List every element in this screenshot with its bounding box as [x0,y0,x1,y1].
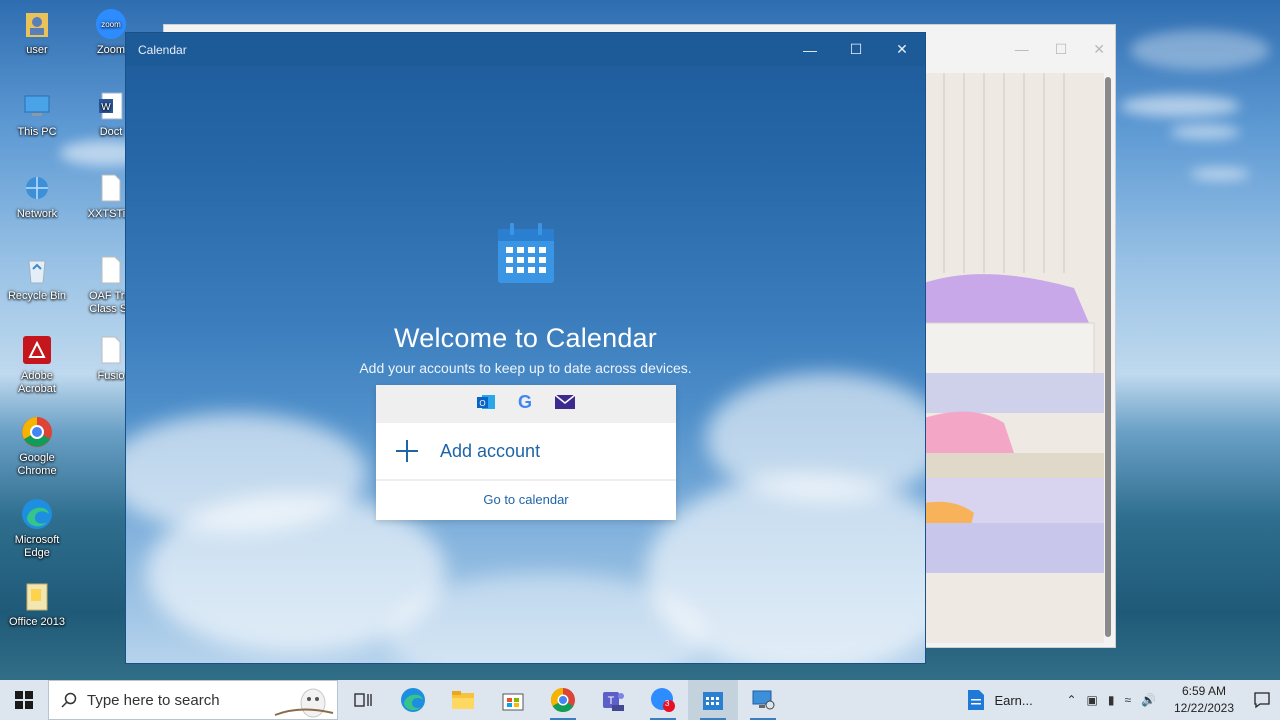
close-icon: ✕ [896,41,908,57]
word-doc-icon: W [95,90,127,122]
folder-icon [21,580,53,612]
this-pc-icon [21,90,53,122]
maximize-button[interactable]: ☐ [833,33,879,66]
chrome-icon [550,688,575,713]
mail-icon [554,393,576,416]
close-icon[interactable]: ✕ [1093,41,1105,58]
file-icon [95,172,127,204]
calendar-icon [703,692,723,710]
go-to-calendar-link[interactable]: Go to calendar [376,481,676,518]
desktop-icon-microsoft-edge[interactable]: Microsoft Edge [2,498,72,560]
webcam-icon[interactable]: ▣ [1087,693,1098,707]
search-icon [61,692,77,708]
adobe-acrobat-icon [21,334,53,366]
desktop-icon-google-chrome[interactable]: Google Chrome [2,416,72,478]
svg-text:zoom: zoom [101,20,121,29]
taskbar-file-explorer[interactable] [438,680,488,720]
window-title: Calendar [138,42,187,57]
desktop-icon-office-2013[interactable]: Office 2013 [2,580,72,629]
desktop-icon-adobe-acrobat[interactable]: Adobe Acrobat [2,334,72,396]
calendar-titlebar: Calendar — ☐ ✕ [126,33,925,66]
taskbar-store[interactable] [488,680,538,720]
desktop-icon-label: Network [16,208,58,220]
owl-icon [274,688,334,718]
edge-icon [401,688,425,712]
desktop-icon-label: Adobe Acrobat [18,370,56,395]
calendar-window[interactable]: Calendar — ☐ ✕ Welcome to Calendar Add y… [125,32,926,664]
plus-icon [396,440,418,462]
desktop-icon-label: user [26,44,48,56]
taskbar-edge[interactable] [388,680,438,720]
google-icon: G [514,391,536,418]
start-button[interactable] [0,680,48,720]
windows-icon [15,691,33,709]
recycle-bin-icon [21,254,53,286]
task-view-icon [354,693,372,707]
zoom-badge: 3 [665,699,670,708]
notification-button[interactable] [1244,691,1280,709]
edge-icon [21,498,53,530]
maximize-icon: ☐ [849,41,863,57]
taskbar-chrome[interactable] [538,680,588,720]
add-account-label: Add account [440,440,541,461]
add-account-button[interactable]: Add account [376,423,676,481]
taskbar-zoom[interactable]: 3 [638,680,688,720]
taskbar: Type here to search T 3 Earn... ⌃ ▣ ▮ ≈ … [0,680,1280,720]
taskbar-teams[interactable]: T [588,680,638,720]
taskbar-earnings-app[interactable]: Earn... [966,689,1056,711]
account-card: O G Add account Go to calendar [376,385,676,520]
volume-icon[interactable]: 🔊 [1141,693,1156,707]
taskbar-calendar[interactable] [688,680,738,720]
system-tray: ⌃ ▣ ▮ ≈ 🔊 [1066,693,1156,707]
user-folder-icon [21,8,53,40]
network-icon [21,172,53,204]
zoom-icon [651,688,675,712]
battery-icon[interactable]: ▮ [1108,693,1115,707]
document-icon [968,690,985,710]
minimize-icon[interactable]: — [1015,41,1029,57]
calendar-icon [498,223,554,283]
outlook-icon: O [476,392,496,417]
provider-row: O G [376,385,676,423]
maximize-icon[interactable]: ☐ [1055,41,1068,58]
clock[interactable]: 6:59 AM 12/22/2023 [1164,683,1244,717]
taskbar-network-app[interactable] [738,680,788,720]
svg-text:G: G [518,392,532,412]
chrome-icon [21,416,53,448]
welcome-subtitle: Add your accounts to keep up to date acr… [359,360,692,376]
desktop-icon-label: Google Chrome [17,452,57,477]
desktop-icon-label: Microsoft Edge [14,534,60,559]
close-button[interactable]: ✕ [879,33,925,66]
scrollbar[interactable] [1105,77,1111,637]
desktop-icon-recycle-bin[interactable]: Recycle Bin [2,254,72,303]
search-box[interactable]: Type here to search [48,680,338,720]
file-icon [95,334,127,366]
file-icon [95,254,127,286]
clock-date: 12/22/2023 [1173,701,1235,715]
task-view-button[interactable] [338,680,388,720]
welcome-title: Welcome to Calendar [394,323,657,353]
zoom-icon: zoom [95,8,127,40]
teams-icon: T [603,692,624,711]
chevron-up-icon[interactable]: ⌃ [1066,693,1076,707]
svg-text:O: O [479,399,485,408]
desktop-icon-label: Recycle Bin [7,290,67,302]
desktop-icon-user[interactable]: user [2,8,72,57]
network-app-icon [752,690,775,710]
minimize-icon: — [803,41,817,58]
desktop-icon-this-pc[interactable]: This PC [2,90,72,139]
desktop-icon-label: Office 2013 [8,616,66,628]
notification-icon [1254,692,1270,709]
store-icon [502,693,524,711]
minimize-button[interactable]: — [787,33,833,66]
wifi-icon[interactable]: ≈ [1124,693,1131,707]
svg-text:W: W [101,102,111,113]
decorative-image [924,73,1104,643]
clock-time: 6:59 AM [1181,684,1227,698]
desktop-icon-network[interactable]: Network [2,172,72,221]
earnings-label: Earn... [994,692,1033,708]
file-explorer-icon [452,691,474,709]
desktop-icon-label: This PC [17,126,57,138]
search-placeholder: Type here to search [87,691,220,709]
